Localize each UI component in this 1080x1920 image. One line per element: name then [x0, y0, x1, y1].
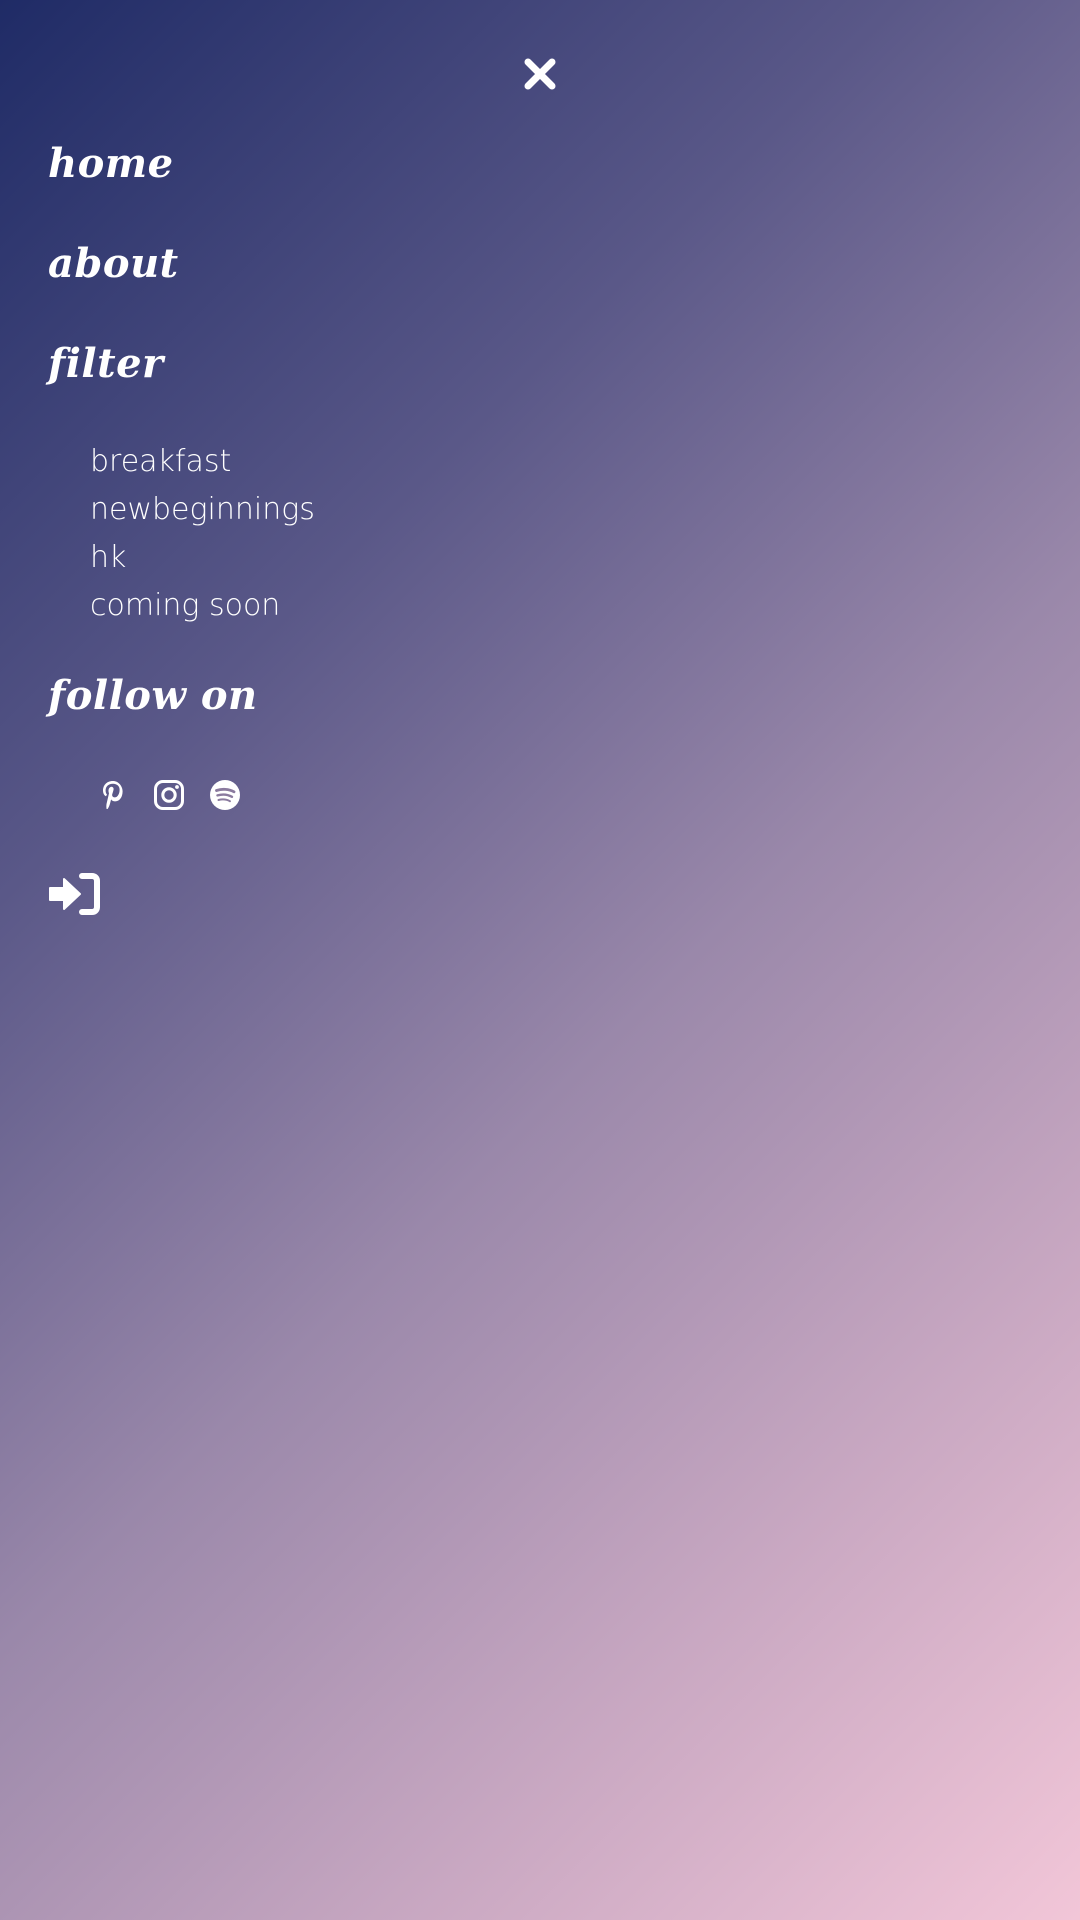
spotify-icon [208, 778, 242, 812]
filter-list: breakfast newbeginnings hk coming soon [90, 438, 315, 630]
instagram-link[interactable] [152, 778, 186, 812]
close-icon [522, 56, 558, 92]
sign-in-icon [48, 872, 100, 916]
follow-heading: follow on [48, 672, 258, 719]
nav-filter-link[interactable]: filter [48, 344, 164, 384]
filter-item-hk[interactable]: hk [90, 534, 315, 582]
filter-item-coming-soon[interactable]: coming soon [90, 582, 315, 630]
close-menu-button[interactable] [522, 56, 558, 92]
pinterest-link[interactable] [96, 778, 130, 812]
pinterest-icon [96, 778, 130, 812]
filter-item-breakfast[interactable]: breakfast [90, 438, 315, 486]
nav-about-link[interactable]: about [48, 244, 179, 284]
login-button[interactable] [48, 872, 100, 916]
social-links [96, 778, 242, 812]
instagram-icon [152, 778, 186, 812]
filter-item-newbeginnings[interactable]: newbeginnings [90, 486, 315, 534]
nav-home-link[interactable]: home [48, 144, 174, 184]
spotify-link[interactable] [208, 778, 242, 812]
